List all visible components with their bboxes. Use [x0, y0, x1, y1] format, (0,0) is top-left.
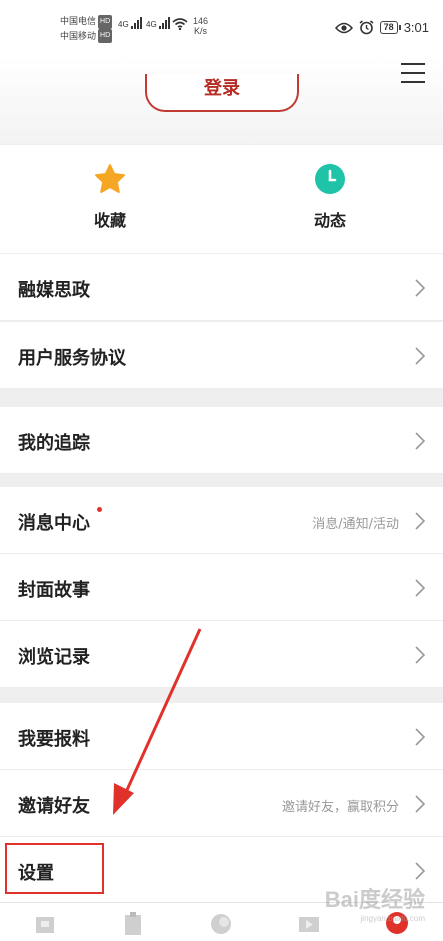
network-speed: 146 K/s [193, 16, 209, 36]
tab-news-icon[interactable] [118, 909, 148, 939]
wifi-icon [172, 18, 188, 30]
alarm-icon [359, 20, 374, 35]
tab-discover-icon[interactable] [206, 909, 236, 939]
carrier-1: 中国电信 [60, 16, 97, 26]
menu-item-label: 邀请好友 [18, 796, 90, 817]
activity-button[interactable]: 动态 [270, 163, 390, 231]
hd-badge-2: HD [98, 29, 113, 44]
tab-home-icon[interactable] [30, 909, 60, 939]
eye-icon [334, 22, 353, 33]
chevron-right-icon [415, 728, 426, 746]
signal-icon-1: 4G [118, 17, 143, 31]
star-icon [95, 164, 125, 193]
clock-icon [315, 164, 345, 194]
menu-item-label: 消息中心 [18, 513, 90, 534]
login-button[interactable]: 登录 [145, 74, 299, 112]
quick-actions: 收藏 动态 [0, 145, 443, 253]
chevron-right-icon [415, 795, 426, 813]
clock-time: 3:01 [403, 20, 429, 35]
menu-item-subtitle: 消息/通知/活动 [312, 517, 399, 532]
chevron-right-icon [415, 432, 426, 450]
tab-video-icon[interactable] [294, 909, 324, 939]
chevron-right-icon [415, 862, 426, 880]
activity-label: 动态 [313, 211, 346, 230]
chevron-right-icon [415, 512, 426, 530]
menu-item-message-center[interactable]: 消息中心 消息/通知/活动 [0, 487, 443, 554]
favorites-button[interactable]: 收藏 [50, 163, 170, 231]
chevron-right-icon [415, 579, 426, 597]
menu-item-media-politics[interactable]: 融媒思政 [0, 254, 443, 321]
carrier-2: 中国移动 [60, 30, 97, 41]
watermark: Bai度经验 jingyan.baidu.com [324, 887, 425, 923]
annotation-arrow [113, 628, 202, 815]
menu-item-subtitle: 邀请好友，赢取积分 [281, 800, 399, 815]
menu-item-label: 我要报料 [18, 729, 90, 750]
menu-item-label: 融媒思政 [18, 280, 90, 301]
chevron-right-icon [415, 347, 426, 365]
annotation-highlight-box [5, 843, 104, 894]
menu-item-browse-history[interactable]: 浏览记录 [0, 621, 443, 688]
menu-item-cover-story[interactable]: 封面故事 [0, 554, 443, 621]
menu-item-user-agreement[interactable]: 用户服务协议 [0, 322, 443, 389]
menu-item-label: 封面故事 [18, 580, 90, 601]
carrier-info: 中国电信 HD 中国移动 HD [60, 14, 113, 44]
menu-item-my-tracking[interactable]: 我的追踪 [0, 407, 443, 474]
menu-item-label: 浏览记录 [18, 647, 90, 668]
status-right: 78 3:01 [334, 20, 429, 35]
unread-dot [97, 507, 102, 512]
menu-item-label: 我的追踪 [18, 433, 90, 454]
favorites-label: 收藏 [93, 211, 126, 230]
status-bar: 中国电信 HD 中国移动 HD 4G 4G 146 K/s 78 3:01 [0, 0, 443, 56]
menu-item-invite-friends[interactable]: 邀请好友 邀请好友，赢取积分 [0, 770, 443, 837]
menu-icon[interactable] [401, 61, 425, 85]
menu-item-report-tip[interactable]: 我要报料 [0, 703, 443, 770]
menu-item-label: 用户服务协议 [18, 348, 126, 369]
chevron-right-icon [415, 279, 426, 297]
hd-badge-1: HD [98, 14, 113, 29]
battery-icon: 78 [379, 21, 401, 34]
profile-header: 登录 [0, 56, 443, 144]
signal-icon-2: 4G [146, 17, 171, 31]
chevron-right-icon [415, 646, 426, 664]
